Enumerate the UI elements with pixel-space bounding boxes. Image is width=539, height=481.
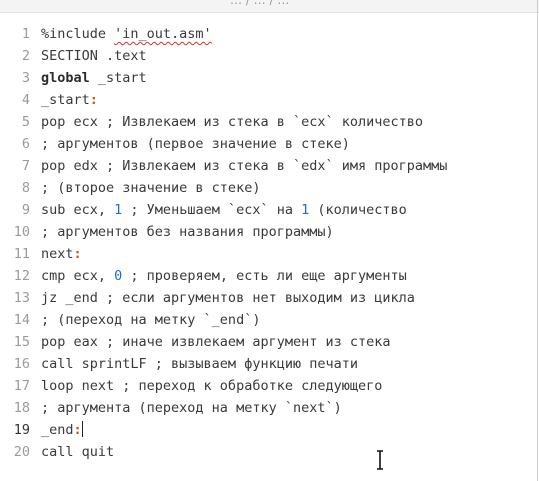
code-line[interactable]: 4 _start: [0,89,530,111]
code-token: ; проверяем, есть ли еще аргументы [122,268,407,284]
code-token: pop ecx ; Извлекаем из стека в `ecx` кол… [41,114,424,130]
code-text[interactable]: ; аргументов (первое значение в стеке) [41,133,350,155]
code-text[interactable]: %include 'in_out.asm' [41,23,212,45]
code-token: _end [41,422,74,438]
code-text[interactable]: call quit [41,441,114,463]
code-token: : [73,246,82,262]
line-number: 3 [21,70,30,86]
editor-right-border [537,0,538,481]
title-bar: … / … / … [0,0,539,13]
code-token: %include [41,26,115,42]
code-line[interactable]: 3 global _start [0,67,530,89]
code-token: _start [41,92,90,108]
code-line[interactable]: 16 call sprintLF ; вызываем функцию печат… [0,353,530,375]
code-token: pop edx ; Извлекаем из стека в `edx` имя… [41,158,448,174]
line-number: 18 [13,400,30,416]
code-token: call quit [41,444,115,460]
code-editor[interactable]: 1 %include 'in_out.asm' 2 SECTION .text 3 glo… [0,13,539,481]
code-text[interactable]: ; аргументов без названия программы) [41,221,334,243]
code-text[interactable]: next: [41,243,82,265]
line-number: 17 [13,378,30,394]
code-text[interactable]: global _start [41,67,147,89]
line-number: 4 [21,92,30,108]
code-line[interactable]: 2 SECTION .text [0,45,530,67]
line-number: 2 [21,48,30,64]
code-token: ; (второе значение в стеке) [41,180,261,196]
line-number: 5 [21,114,30,130]
window-title: … / … / … [230,0,290,7]
code-text[interactable]: cmp ecx, 0 ; проверяем, есть ли еще аргу… [41,265,407,287]
line-number: 7 [21,158,30,174]
code-token: ; аргументов (первое значение в стеке) [41,136,350,152]
code-token: (количество [309,202,407,218]
code-token: loop next ; переход к обработке следующе… [41,378,383,394]
code-text[interactable]: _start: [41,89,98,111]
code-text[interactable]: SECTION .text [41,45,147,67]
code-line[interactable]: 20 call quit [0,441,530,463]
line-number: 14 [13,312,30,328]
text-editor-window: … / … / … 1 %include 'in_out.asm' 2 SECTION… [0,0,539,481]
code-token: next [41,246,74,262]
code-line[interactable]: 17 loop next ; переход к обработке следую… [0,375,530,397]
code-text[interactable]: ; (второе значение в стеке) [41,177,260,199]
line-number: 1 [21,26,30,42]
code-line[interactable]: 12 cmp ecx, 0 ; проверяем, есть ли еще ар… [0,265,530,287]
line-number: 15 [13,334,30,350]
code-line[interactable]: 9 sub ecx, 1 ; Уменьшаем `ecx` на 1 (коли… [0,199,530,221]
code-token: jz _end ; если аргументов нет выходим из… [41,290,415,306]
code-line[interactable]: 5 pop ecx ; Извлекаем из стека в `ecx` ко… [0,111,530,133]
line-number: 11 [13,246,30,262]
code-line[interactable]: 14 ; (переход на метку `_end`) [0,309,530,331]
code-line[interactable]: 19 _end: [0,419,530,441]
code-token: 'in_out.asm' [114,26,212,42]
code-text[interactable]: call sprintLF ; вызываем функцию печати [41,353,358,375]
code-line[interactable]: 18 ; аргумента (переход на метку `next`) [0,397,530,419]
code-text[interactable]: loop next ; переход к обработке следующе… [41,375,382,397]
code-token: call sprintLF ; вызываем функцию печати [41,356,358,372]
text-caret [81,421,83,437]
code-token: ; аргумента (переход на метку `next`) [41,400,342,416]
code-text[interactable]: _end: [41,419,83,441]
code-text[interactable]: pop eax ; иначе извлекаем аргумент из ст… [41,331,391,353]
code-token: _start [89,70,147,86]
line-number: 13 [13,290,30,306]
line-number: 8 [21,180,30,196]
code-token: sub ecx, [41,202,115,218]
code-text[interactable]: ; аргумента (переход на метку `next`) [41,397,342,419]
code-token: cmp ecx, [41,268,115,284]
code-token: ; аргументов без названия программы) [41,224,334,240]
code-line[interactable]: 1 %include 'in_out.asm' [0,23,530,45]
line-number: 12 [13,268,30,284]
line-number: 10 [13,224,30,240]
line-number: 20 [13,444,30,460]
code-text[interactable]: ; (переход на метку `_end`) [41,309,260,331]
text-ibeam-cursor-icon [377,450,383,470]
code-line[interactable]: 6 ; аргументов (первое значение в стеке) [0,133,530,155]
code-text[interactable]: pop edx ; Извлекаем из стека в `edx` имя… [41,155,447,177]
code-token: ; (переход на метку `_end`) [41,312,261,328]
code-token: SECTION .text [41,48,147,64]
code-line[interactable]: 11 next: [0,243,530,265]
code-token: pop eax ; иначе извлекаем аргумент из ст… [41,334,391,350]
code-token: ; Уменьшаем `ecx` на [122,202,302,218]
code-token: global [41,70,90,86]
line-number: 6 [21,136,30,152]
code-token: : [73,422,82,438]
code-line[interactable]: 8 ; (второе значение в стеке) [0,177,530,199]
code-text[interactable]: pop ecx ; Извлекаем из стека в `ecx` кол… [41,111,423,133]
code-text[interactable]: jz _end ; если аргументов нет выходим из… [41,287,415,309]
code-text[interactable]: sub ecx, 1 ; Уменьшаем `ecx` на 1 (колич… [41,199,407,221]
line-number: 19 [13,422,30,438]
code-line[interactable]: 10 ; аргументов без названия программы) [0,221,530,243]
line-number: 16 [13,356,30,372]
code-line[interactable]: 15 pop eax ; иначе извлекаем аргумент из … [0,331,530,353]
code-line[interactable]: 13 jz _end ; если аргументов нет выходим … [0,287,530,309]
line-number: 9 [21,202,30,218]
code-token: : [89,92,98,108]
code-line[interactable]: 7 pop edx ; Извлекаем из стека в `edx` им… [0,155,530,177]
